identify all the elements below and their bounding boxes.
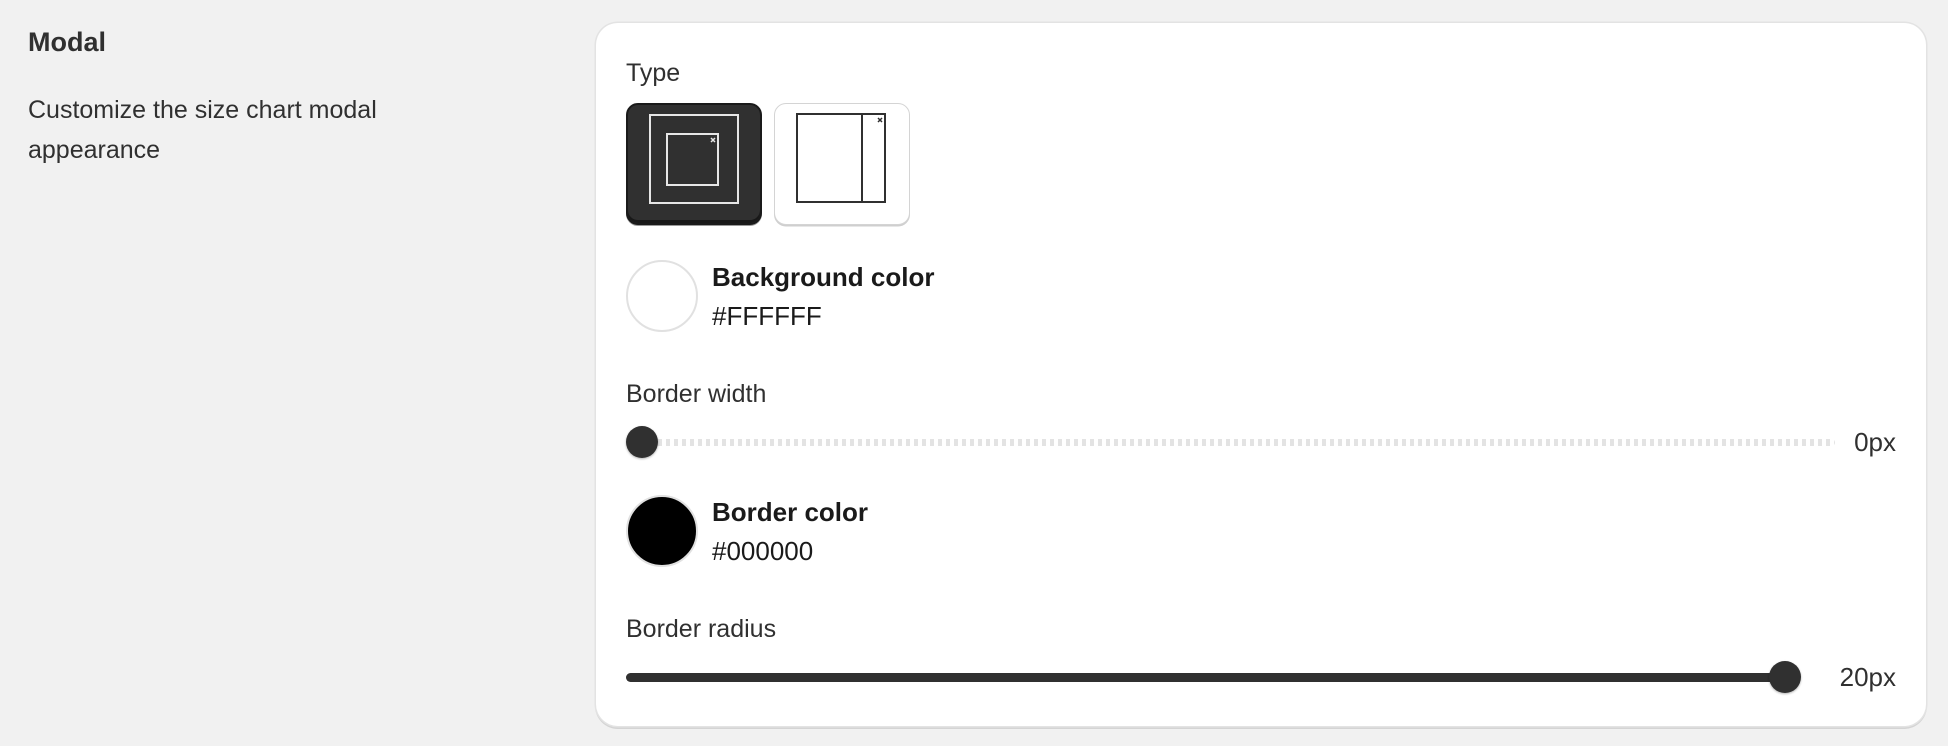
border-width-value: 0px: [1854, 427, 1896, 457]
type-options: [626, 103, 910, 225]
section-title: Modal: [28, 27, 106, 57]
border-width-thumb[interactable]: [626, 426, 658, 458]
section-info: Modal Customize the size chart modal app…: [28, 22, 548, 170]
type-label: Type: [626, 59, 681, 87]
background-color-value: #FFFFFF: [712, 301, 822, 331]
background-color-row: Background color #FFFFFF: [626, 257, 934, 335]
border-radius-label: Border radius: [626, 615, 777, 643]
border-color-row: Border color #000000: [626, 492, 868, 570]
type-option-drawer[interactable]: [774, 103, 910, 225]
modal-settings-card: Type Background color #FFFFFF Border wid…: [596, 23, 1926, 726]
border-radius-slider[interactable]: [626, 657, 1801, 697]
border-color-value: #000000: [712, 536, 814, 566]
background-color-text: Background color #FFFFFF: [712, 257, 934, 335]
border-color-swatch[interactable]: [626, 495, 698, 567]
background-color-label: Background color: [712, 262, 935, 292]
drawer-right-icon: [796, 113, 886, 203]
border-radius-value: 20px: [1839, 662, 1896, 692]
border-radius-slider-row: 20px: [626, 657, 1896, 697]
border-width-slider-row: 0px: [626, 422, 1896, 462]
modal-settings-page: Modal Customize the size chart modal app…: [0, 0, 1948, 746]
section-description: Customize the size chart modal appearanc…: [28, 96, 377, 164]
border-radius-thumb[interactable]: [1769, 661, 1801, 693]
border-color-text: Border color #000000: [712, 492, 868, 570]
border-radius-fill: [626, 673, 1785, 682]
border-color-label: Border color: [712, 497, 869, 527]
modal-centered-icon: [649, 114, 739, 204]
type-option-modal[interactable]: [626, 103, 762, 225]
border-width-slider[interactable]: [626, 422, 1835, 462]
border-width-label: Border width: [626, 380, 767, 408]
border-width-track: [626, 439, 1835, 446]
background-color-swatch[interactable]: [626, 260, 698, 332]
